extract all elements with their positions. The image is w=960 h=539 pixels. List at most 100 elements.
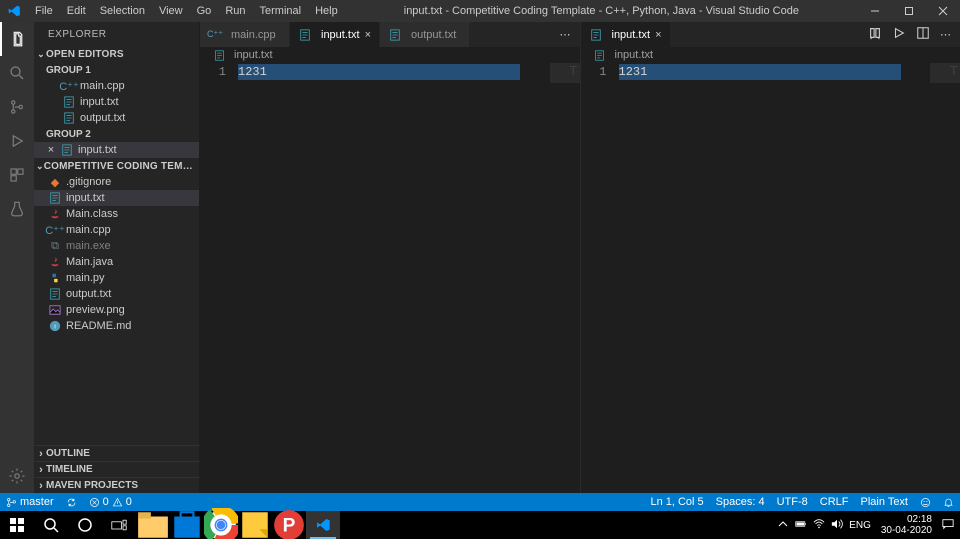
- taskbar-app-file-explorer[interactable]: [136, 511, 170, 539]
- taskbar-app-store[interactable]: [170, 511, 204, 539]
- menu-view[interactable]: View: [152, 0, 190, 22]
- run-icon[interactable]: [892, 26, 906, 43]
- menu-go[interactable]: Go: [190, 0, 219, 22]
- section-maven-projects[interactable]: MAVEN PROJECTS: [34, 477, 199, 493]
- menu-run[interactable]: Run: [218, 0, 252, 22]
- eol-indicator: T: [950, 64, 958, 80]
- file-label: input.txt: [80, 96, 119, 108]
- taskbar-app-chrome[interactable]: [204, 511, 238, 539]
- start-button[interactable]: [0, 511, 34, 539]
- window-minimize-button[interactable]: [858, 0, 892, 22]
- file-readme-md[interactable]: i README.md: [34, 318, 199, 334]
- open-editor-input-txt[interactable]: input.txt: [34, 94, 199, 110]
- tray-battery-icon[interactable]: [795, 518, 807, 533]
- taskbar-app-sticky-notes[interactable]: [238, 511, 272, 539]
- split-editor-icon[interactable]: [916, 26, 930, 43]
- status-feedback-icon[interactable]: [914, 493, 937, 511]
- activity-scm-icon[interactable]: [0, 90, 34, 124]
- menu-terminal[interactable]: Terminal: [253, 0, 309, 22]
- section-open-editors[interactable]: ⌄ OPEN EDITORS: [34, 46, 199, 62]
- code-line: 1231: [238, 65, 267, 79]
- text-file-icon: [212, 48, 226, 62]
- file-input-txt[interactable]: input.txt: [34, 190, 199, 206]
- activity-search-icon[interactable]: [0, 56, 34, 90]
- file-main-exe[interactable]: ⧉ main.exe: [34, 238, 199, 254]
- activity-extensions-icon[interactable]: [0, 158, 34, 192]
- window-close-button[interactable]: [926, 0, 960, 22]
- activity-explorer-icon[interactable]: [0, 22, 34, 56]
- open-editor-input-txt-group2[interactable]: × input.txt: [34, 142, 199, 158]
- taskbar-app-generic[interactable]: P: [272, 511, 306, 539]
- status-cursor-pos[interactable]: Ln 1, Col 5: [644, 493, 709, 511]
- open-editor-main-cpp[interactable]: C⁺⁺ main.cpp: [34, 78, 199, 94]
- menu-help[interactable]: Help: [308, 0, 345, 22]
- status-indentation[interactable]: Spaces: 4: [710, 493, 771, 511]
- menu-edit[interactable]: Edit: [60, 0, 93, 22]
- breadcrumb[interactable]: input.txt: [581, 47, 960, 63]
- file-output-txt[interactable]: output.txt: [34, 286, 199, 302]
- status-language[interactable]: Plain Text: [855, 493, 915, 511]
- editor-body[interactable]: 1 1231 T: [200, 63, 580, 493]
- tab-output-txt[interactable]: output.txt: [380, 22, 470, 47]
- file-main-java[interactable]: Main.java: [34, 254, 199, 270]
- tab-input-txt[interactable]: input.txt ×: [581, 22, 671, 47]
- open-editors-group1-header[interactable]: GROUP 1: [34, 62, 199, 78]
- section-timeline[interactable]: TIMELINE: [34, 461, 199, 477]
- error-count: 0: [103, 496, 109, 508]
- tab-label: main.cpp: [231, 29, 276, 41]
- file-gitignore[interactable]: ◆ .gitignore: [34, 174, 199, 190]
- tray-up-icon[interactable]: [777, 518, 789, 533]
- status-notifications-icon[interactable]: [937, 493, 960, 511]
- taskbar-app-vscode[interactable]: [306, 511, 340, 539]
- close-icon[interactable]: ×: [365, 29, 371, 41]
- branch-label: master: [20, 496, 54, 508]
- close-icon[interactable]: ×: [655, 29, 661, 41]
- activity-settings-icon[interactable]: [0, 459, 34, 493]
- editor-group-1: C⁺⁺ main.cpp input.txt × o: [199, 22, 580, 493]
- taskbar-cortana-icon[interactable]: [68, 511, 102, 539]
- status-encoding[interactable]: UTF-8: [771, 493, 814, 511]
- more-actions-icon[interactable]: ⋯: [940, 28, 954, 42]
- menu-file[interactable]: File: [28, 0, 60, 22]
- tab-input-txt[interactable]: input.txt ×: [290, 22, 380, 47]
- status-sync[interactable]: [60, 493, 83, 511]
- file-main-py[interactable]: main.py: [34, 270, 199, 286]
- tray-volume-icon[interactable]: [831, 518, 843, 533]
- open-editors-group2-header[interactable]: GROUP 2: [34, 126, 199, 142]
- tray-clock[interactable]: 02:18 30-04-2020: [877, 514, 936, 536]
- taskbar-search-icon[interactable]: [34, 511, 68, 539]
- file-label: output.txt: [66, 288, 111, 300]
- file-main-class[interactable]: Main.class: [34, 206, 199, 222]
- tab-label: output.txt: [411, 29, 456, 41]
- close-icon[interactable]: ×: [44, 144, 58, 156]
- activity-debug-icon[interactable]: [0, 124, 34, 158]
- window-maximize-button[interactable]: [892, 0, 926, 22]
- menu-bar: File Edit Selection View Go Run Terminal…: [28, 0, 345, 22]
- status-eol[interactable]: CRLF: [814, 493, 855, 511]
- compare-changes-icon[interactable]: [868, 26, 882, 43]
- open-editor-output-txt[interactable]: output.txt: [34, 110, 199, 126]
- minimap[interactable]: T: [930, 63, 960, 493]
- breadcrumb[interactable]: input.txt: [200, 47, 580, 63]
- more-actions-icon[interactable]: ⋯: [560, 28, 574, 42]
- menu-selection[interactable]: Selection: [93, 0, 152, 22]
- text-file-icon: [388, 28, 402, 42]
- taskbar-task-view-icon[interactable]: [102, 511, 136, 539]
- status-problems[interactable]: 0 0: [83, 493, 138, 511]
- file-main-cpp[interactable]: C⁺⁺ main.cpp: [34, 222, 199, 238]
- file-label: input.txt: [66, 192, 105, 204]
- activity-testing-icon[interactable]: [0, 192, 34, 226]
- tray-language[interactable]: ENG: [849, 520, 871, 531]
- tray-wifi-icon[interactable]: [813, 518, 825, 533]
- status-branch[interactable]: master: [0, 493, 60, 511]
- minimap[interactable]: T: [550, 63, 580, 493]
- file-preview-png[interactable]: preview.png: [34, 302, 199, 318]
- tab-main-cpp[interactable]: C⁺⁺ main.cpp: [200, 22, 290, 47]
- tray-notifications-icon[interactable]: [942, 518, 954, 533]
- code-content[interactable]: 1231: [619, 63, 931, 493]
- section-outline[interactable]: OUTLINE: [34, 445, 199, 461]
- section-project[interactable]: ⌄ COMPETITIVE CODING TEMPLATE - C+…: [34, 158, 199, 174]
- editor-body[interactable]: 1 1231 T: [581, 63, 960, 493]
- file-label: main.cpp: [66, 224, 111, 236]
- code-content[interactable]: 1231: [238, 63, 550, 493]
